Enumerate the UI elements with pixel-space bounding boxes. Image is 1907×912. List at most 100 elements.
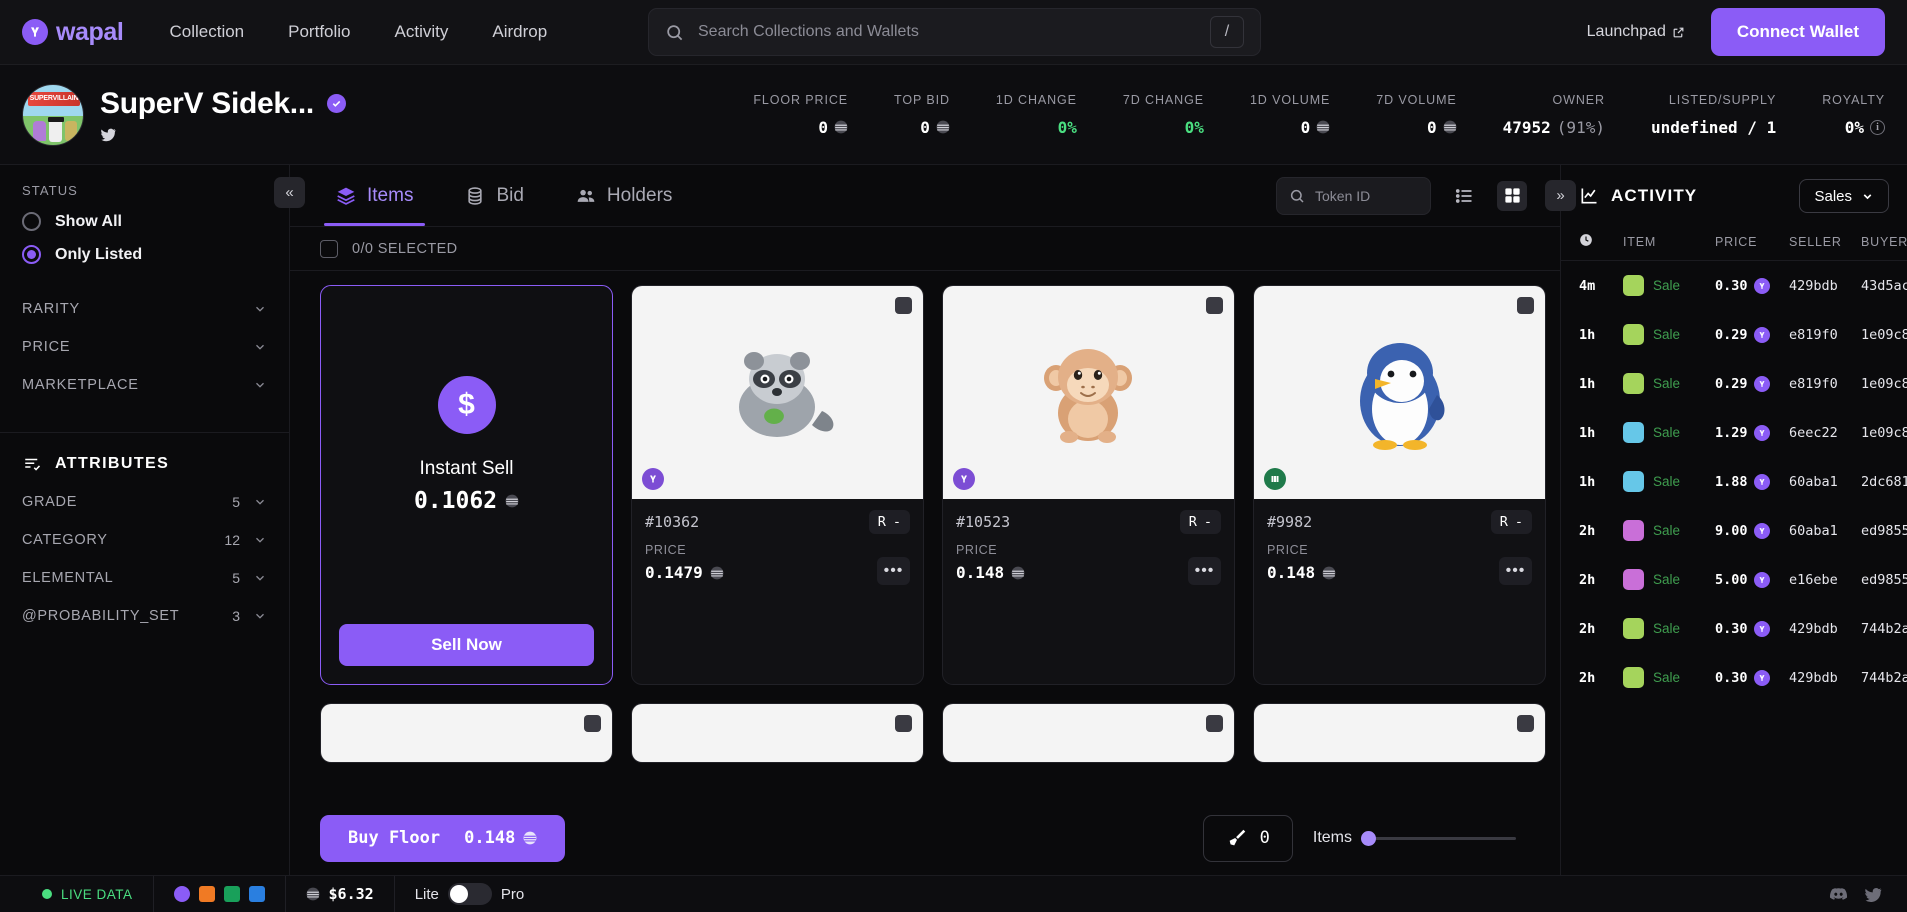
card-select-checkbox[interactable] [895,715,912,732]
activity-row[interactable]: 2h Sale 5.00 e16ebe ed9855 [1561,555,1907,604]
activity-seller[interactable]: e819f0 [1789,327,1861,343]
items-size-slider[interactable] [1361,830,1516,846]
activity-buyer[interactable]: ed9855 [1861,572,1907,588]
activity-row[interactable]: 2h Sale 0.30 429bdb 744b2a [1561,653,1907,702]
brand-logo[interactable]: wapal [22,18,124,47]
activity-row[interactable]: 2h Sale 0.30 429bdb 744b2a [1561,604,1907,653]
search-icon [1290,189,1304,203]
activity-row[interactable]: 1h Sale 1.88 60aba1 2dc681 [1561,457,1907,506]
activity-type: Sale [1653,621,1681,636]
activity-buyer[interactable]: 1e09c8 [1861,376,1907,392]
card-select-checkbox[interactable] [1206,715,1223,732]
global-search-box[interactable]: / [648,8,1261,56]
nft-card-partial[interactable] [320,703,613,763]
card-more-button[interactable]: ••• [1499,557,1532,585]
search-input[interactable] [698,23,1196,41]
attribute-probability-set[interactable]: @PROBABILITY_SET 3 [22,597,267,635]
card-select-checkbox[interactable] [584,715,601,732]
select-all-checkbox[interactable] [320,239,338,258]
nav-link-collection[interactable]: Collection [169,22,244,42]
nft-image [943,704,1234,762]
activity-row[interactable]: 1h Sale 0.29 e819f0 1e09c8 [1561,359,1907,408]
discord-icon[interactable] [1829,885,1848,904]
activity-seller[interactable]: 60aba1 [1789,474,1861,490]
status-option-only-listed[interactable]: Only Listed [22,245,267,264]
activity-seller[interactable]: e819f0 [1789,376,1861,392]
launchpad-link[interactable]: Launchpad [1587,23,1685,41]
activity-seller[interactable]: e16ebe [1789,572,1861,588]
twitter-icon[interactable] [100,126,117,143]
nav-link-airdrop[interactable]: Airdrop [492,22,547,42]
activity-buyer[interactable]: 744b2a [1861,621,1907,637]
grid-view-button[interactable] [1497,180,1527,211]
stat-number: 0% [1844,117,1864,137]
card-select-checkbox[interactable] [1517,715,1534,732]
lite-pro-toggle[interactable] [447,883,492,905]
activity-buyer[interactable]: 43d5ac [1861,278,1907,294]
activity-seller[interactable]: 60aba1 [1789,523,1861,539]
activity-filter-select[interactable]: Sales [1799,179,1889,213]
activity-row[interactable]: 4m Sale 0.30 429bdb 43d5ac [1561,261,1907,310]
activity-buyer[interactable]: 2dc681 [1861,474,1907,490]
green-chain-icon[interactable] [223,886,240,902]
sell-now-button[interactable]: Sell Now [339,624,594,666]
card-select-checkbox[interactable] [895,297,912,314]
activity-seller[interactable]: 429bdb [1789,621,1861,637]
activity-buyer[interactable]: 1e09c8 [1861,425,1907,441]
tab-items[interactable]: Items [310,165,439,226]
token-id-search[interactable] [1276,176,1431,215]
attribute-grade[interactable]: GRADE 5 [22,483,267,521]
activity-buyer[interactable]: ed9855 [1861,523,1907,539]
orange-chain-icon[interactable] [198,886,215,902]
nft-card[interactable]: #9982 R - PRICE 0.148 ••• [1253,285,1546,685]
sweep-control[interactable]: 0 [1202,814,1293,862]
token-id-input[interactable] [1315,187,1418,204]
wapal-chain-icon[interactable] [173,886,190,902]
chevron-down-icon [256,537,264,543]
card-select-checkbox[interactable] [1206,297,1223,314]
slider-knob[interactable] [1361,830,1376,846]
buy-floor-button[interactable]: Buy Floor 0.148 [320,814,566,862]
blue-chain-icon[interactable] [248,886,265,902]
card-more-button[interactable]: ••• [877,557,910,585]
filter-marketplace[interactable]: MARKETPLACE [22,366,267,404]
nav-link-portfolio[interactable]: Portfolio [288,22,350,42]
twitter-icon[interactable] [1864,885,1883,904]
stat-value: 0 [818,118,848,137]
expand-activity-button[interactable]: » [1545,180,1576,211]
tab-bid[interactable]: Bid [439,165,549,226]
nft-card-partial[interactable] [942,703,1235,763]
filter-price[interactable]: PRICE [22,328,267,366]
filter-rarity[interactable]: RARITY [22,290,267,328]
activity-buyer[interactable]: 1e09c8 [1861,327,1907,343]
activity-row[interactable]: 1h Sale 1.29 6eec22 1e09c8 [1561,408,1907,457]
connect-wallet-button[interactable]: Connect Wallet [1710,8,1885,56]
chevron-down-icon [256,306,264,312]
activity-row[interactable]: 1h Sale 0.29 e819f0 1e09c8 [1561,310,1907,359]
instant-sell-card[interactable]: $ Instant Sell 0.1062 Sell Now [320,285,613,685]
attribute-elemental[interactable]: ELEMENTAL 5 [22,559,267,597]
nft-card[interactable]: #10523 R - PRICE 0.148 ••• [942,285,1235,685]
activity-buyer[interactable]: 744b2a [1861,670,1907,686]
nav-link-activity[interactable]: Activity [395,22,449,42]
info-icon[interactable]: i [1870,119,1885,135]
activity-row[interactable]: 2h Sale 9.00 60aba1 ed9855 [1561,506,1907,555]
nft-card-partial[interactable] [1253,703,1546,763]
attribute-category[interactable]: CATEGORY 12 [22,521,267,559]
activity-seller[interactable]: 429bdb [1789,278,1861,294]
tab-list: Items Bid Holders [310,165,698,226]
card-more-button[interactable]: ••• [1188,557,1221,585]
attributes-header: ATTRIBUTES [0,433,289,483]
avatar-ribbon-label: SUPERVILLAIN [28,91,80,106]
tab-holders[interactable]: Holders [550,165,698,226]
nft-card[interactable]: #10362 R - PRICE 0.1479 ••• [631,285,924,685]
activity-seller[interactable]: 429bdb [1789,670,1861,686]
nft-card-partial[interactable] [631,703,924,763]
attribute-label: GRADE [22,494,78,510]
list-view-button[interactable] [1449,181,1479,211]
stat-7d-change: 7D CHANGE 0% [1077,93,1204,137]
card-select-checkbox[interactable] [1517,297,1534,314]
activity-seller[interactable]: 6eec22 [1789,425,1861,441]
status-option-show-all[interactable]: Show All [22,212,267,231]
collapse-sidebar-button[interactable]: « [274,177,305,208]
